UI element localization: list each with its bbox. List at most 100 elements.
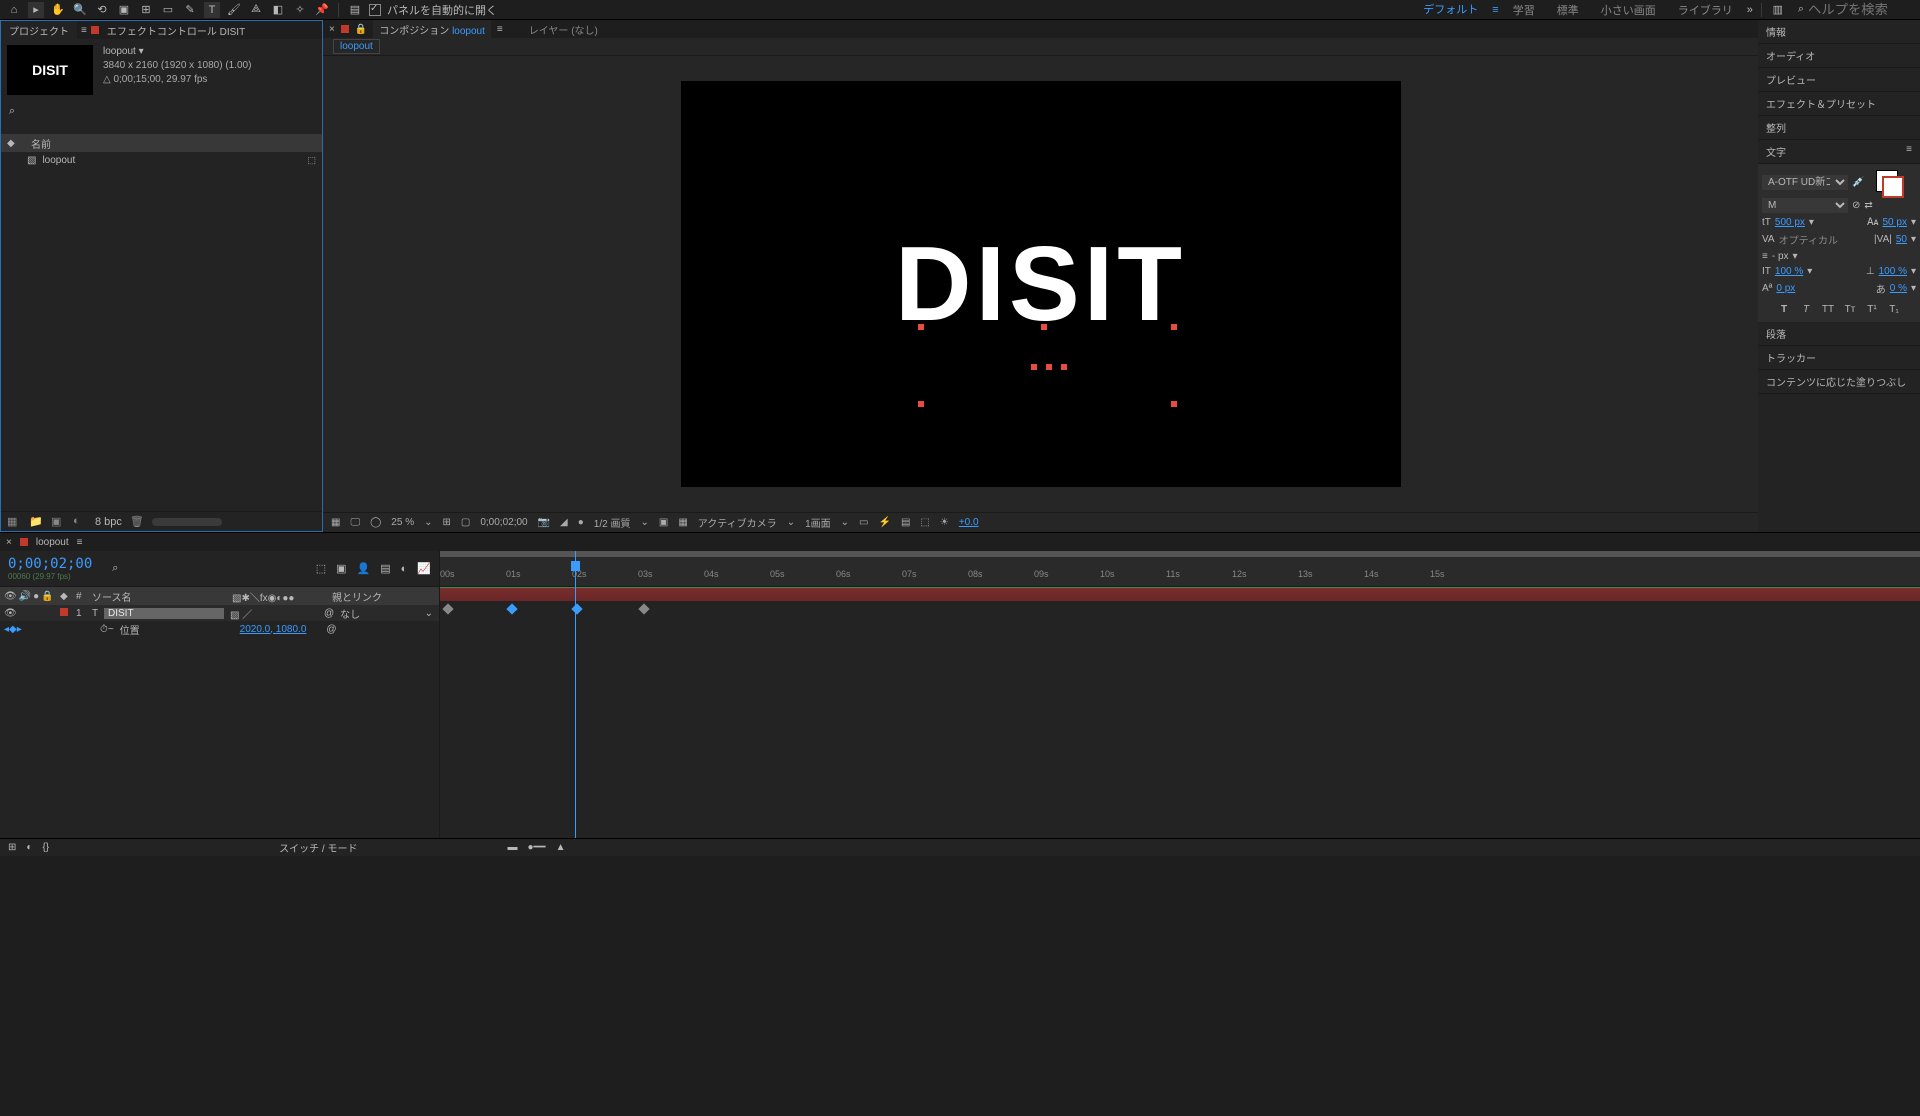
dropdown-icon[interactable]: ⌄ bbox=[841, 517, 849, 528]
switches-col[interactable]: ▧✱＼fx◉◐●● bbox=[232, 589, 332, 604]
preview-panel-header[interactable]: プレビュー bbox=[1758, 68, 1920, 92]
lock-col-icon[interactable]: 🔒 bbox=[41, 591, 53, 602]
hide-shy-icon[interactable]: 👤 bbox=[357, 562, 371, 575]
faux-italic-button[interactable]: T bbox=[1798, 302, 1814, 316]
parent-dropdown[interactable]: なし bbox=[340, 606, 360, 621]
visibility-toggle[interactable]: 👁 bbox=[4, 608, 17, 619]
workspace-learn[interactable]: 学習 bbox=[1505, 0, 1543, 21]
trash-icon[interactable]: 🗑 bbox=[130, 515, 144, 529]
roto-tool-icon[interactable]: ✧ bbox=[292, 2, 308, 18]
current-timecode[interactable]: 0;00;02;00 bbox=[8, 556, 92, 572]
dropdown-icon[interactable]: ⌄ bbox=[424, 517, 432, 528]
smallcaps-button[interactable]: Tᴛ bbox=[1842, 302, 1858, 316]
stopwatch-icon[interactable]: ⏱ bbox=[100, 624, 108, 635]
property-value[interactable]: 2020.0, 1080.0 bbox=[240, 624, 307, 635]
selection-handle[interactable] bbox=[918, 324, 924, 330]
pickwhip-icon[interactable]: @ bbox=[326, 624, 336, 635]
time-value[interactable]: 0;00;02;00 bbox=[480, 517, 527, 528]
workspace-small[interactable]: 小さい画面 bbox=[1593, 0, 1664, 21]
timeline-layer-row[interactable]: 👁 1 T DISIT ▧ ／ @ なし ⌄ bbox=[0, 605, 439, 621]
effect-controls-tab[interactable]: エフェクトコントロール DISIT bbox=[99, 21, 253, 40]
swap-icon[interactable]: ⇄ bbox=[1864, 200, 1872, 211]
time-ruler[interactable]: 00s01s02s03s04s05s06s07s08s09s10s11s12s1… bbox=[440, 551, 1920, 587]
roi-icon[interactable]: ▣ bbox=[659, 517, 668, 528]
dropdown-icon[interactable]: ▾ bbox=[1911, 266, 1916, 277]
dropdown-icon[interactable]: ▾ bbox=[1911, 234, 1916, 245]
zoom-slider[interactable]: ●━━ bbox=[527, 842, 545, 853]
zoom-in-icon[interactable]: ▲ bbox=[556, 842, 566, 853]
brush-tool-icon[interactable]: 🖌 bbox=[226, 2, 242, 18]
keyframe-diamond[interactable] bbox=[442, 603, 453, 614]
comp-flowchart-icon[interactable]: ⬚ bbox=[316, 562, 326, 575]
num-col[interactable]: # bbox=[76, 591, 92, 602]
pickwhip-icon[interactable]: @ bbox=[324, 608, 334, 619]
home-icon[interactable]: ⌂ bbox=[6, 2, 22, 18]
resolution-value[interactable]: 1/2 画質 bbox=[594, 515, 631, 530]
align-panel-header[interactable]: 整列 bbox=[1758, 116, 1920, 140]
character-panel-header[interactable]: 文字≡ bbox=[1758, 140, 1920, 164]
comp-thumbnail[interactable]: DISIT bbox=[7, 45, 93, 95]
font-size-value[interactable]: 500 px bbox=[1775, 217, 1805, 228]
name-column[interactable]: 名前 bbox=[31, 136, 51, 151]
label-col-icon[interactable]: ◆ bbox=[60, 591, 76, 602]
toggle-icon[interactable]: ⊞ bbox=[8, 842, 16, 853]
pixel-ar-icon[interactable]: ▭ bbox=[859, 517, 868, 528]
selection-tool-icon[interactable]: ▸ bbox=[28, 2, 44, 18]
autopanel-checkbox[interactable] bbox=[369, 4, 381, 16]
newfolder-icon[interactable]: 📁 bbox=[29, 515, 43, 529]
pen-tool-icon[interactable]: ✎ bbox=[182, 2, 198, 18]
layer-color-label[interactable] bbox=[60, 608, 68, 616]
strokew-value[interactable]: - px bbox=[1772, 251, 1789, 262]
flowchart-icon[interactable]: ⬚ bbox=[920, 517, 929, 528]
flowchart-icon[interactable]: ⬚ bbox=[307, 155, 316, 166]
project-scrollbar[interactable] bbox=[152, 518, 222, 526]
source-col[interactable]: ソース名 bbox=[92, 589, 232, 604]
tracking-value[interactable]: 50 bbox=[1896, 234, 1907, 245]
bpc-icon[interactable]: ◐ bbox=[73, 515, 87, 529]
fast-preview-icon[interactable]: ⚡ bbox=[878, 517, 890, 528]
frameblend-icon[interactable]: ▤ bbox=[380, 562, 390, 575]
workspace-overflow-icon[interactable]: » bbox=[1747, 4, 1753, 16]
subscript-button[interactable]: T₁ bbox=[1886, 302, 1902, 316]
orbit-tool-icon[interactable]: ⟲ bbox=[94, 2, 110, 18]
timeline-tracks[interactable]: 00s01s02s03s04s05s06s07s08s09s10s11s12s1… bbox=[440, 551, 1920, 838]
lock-icon[interactable]: 🔒 bbox=[355, 24, 367, 35]
nofill-icon[interactable]: ⊘ bbox=[1852, 200, 1860, 211]
composition-tab[interactable]: コンポジション loopout bbox=[373, 20, 491, 39]
tracker-panel-header[interactable]: トラッカー bbox=[1758, 346, 1920, 370]
expression-icon[interactable]: ~ bbox=[108, 624, 114, 635]
align-tool-icon[interactable]: ▤ bbox=[347, 2, 363, 18]
tag-column-icon[interactable]: ◆ bbox=[7, 138, 21, 149]
close-tab-icon[interactable]: × bbox=[6, 537, 12, 548]
faux-bold-button[interactable]: T bbox=[1776, 302, 1792, 316]
close-tab-icon[interactable]: × bbox=[329, 24, 335, 35]
grid-icon[interactable]: ▦ bbox=[331, 517, 340, 528]
brace-icon[interactable]: {} bbox=[42, 842, 49, 853]
dropdown-icon[interactable]: ▾ bbox=[1911, 217, 1916, 228]
breadcrumb-item[interactable]: loopout bbox=[333, 39, 380, 54]
panel-menu-icon[interactable]: ≡ bbox=[1906, 144, 1912, 159]
viewer[interactable]: DISIT bbox=[323, 56, 1758, 512]
dropdown-icon[interactable]: ⌄ bbox=[640, 517, 648, 528]
dropdown-icon[interactable]: ⌄ bbox=[787, 517, 795, 528]
keyframe-diamond[interactable] bbox=[506, 603, 517, 614]
vscale-value[interactable]: 100 % bbox=[1775, 266, 1803, 277]
layer-switches[interactable]: ▧ ／ bbox=[224, 606, 324, 621]
eyedropper-icon[interactable]: 💉 bbox=[1852, 177, 1864, 188]
clone-tool-icon[interactable]: ⟁ bbox=[248, 2, 264, 18]
solo-col-icon[interactable]: ● bbox=[33, 591, 39, 602]
anchor-handle[interactable] bbox=[1046, 364, 1052, 370]
eraser-tool-icon[interactable]: ◧ bbox=[270, 2, 286, 18]
parent-col[interactable]: 親とリンク bbox=[332, 589, 382, 604]
timeline-icon[interactable]: ▤ bbox=[901, 517, 910, 528]
info-panel-header[interactable]: 情報 bbox=[1758, 20, 1920, 44]
workspace-menu-icon[interactable]: ≡ bbox=[1492, 4, 1498, 16]
selection-handle[interactable] bbox=[1171, 324, 1177, 330]
zoom-tool-icon[interactable]: 🔍 bbox=[72, 2, 88, 18]
playhead[interactable] bbox=[575, 551, 576, 838]
selection-handle[interactable] bbox=[1171, 401, 1177, 407]
comp-tab-menu-icon[interactable]: ≡ bbox=[497, 24, 503, 35]
project-tab-menu-icon[interactable]: ≡ bbox=[77, 25, 91, 36]
draft3d-icon[interactable]: ▣ bbox=[336, 562, 346, 575]
timeline-tab-menu-icon[interactable]: ≡ bbox=[77, 537, 83, 548]
